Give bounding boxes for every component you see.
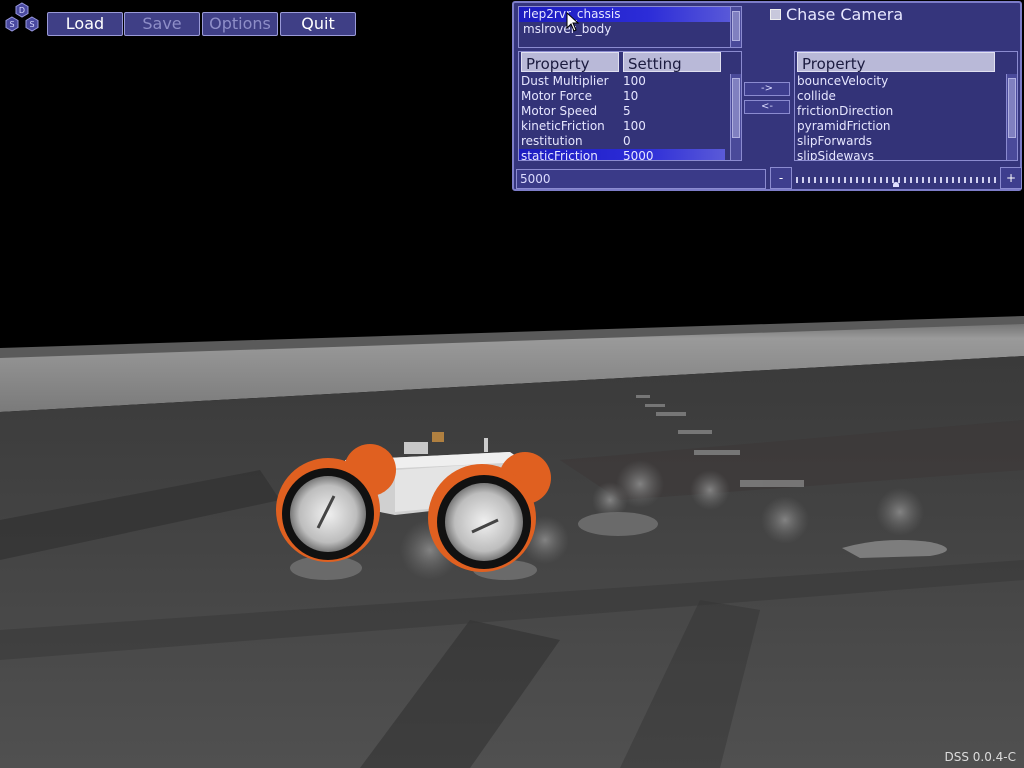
property-setting: 100 — [623, 119, 646, 133]
property-setting: 0 — [623, 134, 631, 148]
active-properties-scrollbar[interactable] — [730, 74, 741, 160]
available-property-row[interactable]: bounceVelocity — [797, 74, 997, 89]
property-row[interactable]: Motor Force 10 — [519, 89, 725, 104]
column-header-property[interactable]: Property — [797, 52, 995, 73]
property-name: Motor Speed — [521, 104, 598, 118]
increment-button[interactable]: + — [1000, 167, 1022, 189]
available-properties-table[interactable]: Property bounceVelocity collide frictionDi… — [794, 51, 1018, 161]
chase-camera-label: Chase Camera — [786, 5, 904, 24]
property-setting: 5 — [623, 104, 631, 118]
save-button[interactable]: Save — [124, 12, 200, 36]
object-list-scrollbar[interactable] — [730, 7, 741, 47]
object-list-item[interactable]: mslrover_body — [519, 22, 733, 37]
load-button[interactable]: Load — [47, 12, 123, 36]
property-setting: 10 — [623, 89, 639, 103]
available-property-row[interactable]: slipSideways — [797, 149, 997, 160]
property-setting: 100 — [623, 74, 646, 88]
value-slider[interactable] — [796, 171, 996, 189]
quit-button[interactable]: Quit — [280, 12, 356, 36]
logo-letter: D — [19, 6, 25, 15]
options-button[interactable]: Options — [202, 12, 278, 36]
active-properties-table[interactable]: Property Setting Dust Multiplier 100 Motor… — [518, 51, 742, 161]
property-row[interactable]: Motor Speed 5 — [519, 104, 725, 119]
mouse-cursor-icon — [566, 12, 580, 32]
column-header-setting[interactable]: Setting — [623, 52, 721, 73]
dss-logo: D S S — [5, 2, 39, 32]
property-name: Dust Multiplier — [521, 74, 609, 88]
properties-panel: rlep2rvr_chassis mslrover_body Chase Cam… — [512, 1, 1022, 191]
property-row[interactable]: restitution 0 — [519, 134, 725, 149]
available-property-row[interactable]: collide — [797, 89, 997, 104]
logo-letter: S — [29, 20, 34, 29]
chase-camera-checkbox[interactable] — [770, 9, 781, 20]
available-property-row[interactable]: slipForwards — [797, 134, 997, 149]
property-value-input[interactable]: 5000 — [516, 169, 766, 189]
property-name: Motor Force — [521, 89, 592, 103]
object-list[interactable]: rlep2rvr_chassis mslrover_body — [518, 6, 742, 48]
property-setting: 5000 — [623, 149, 654, 161]
version-label: DSS 0.0.4-C — [944, 750, 1016, 764]
object-list-item[interactable]: rlep2rvr_chassis — [519, 7, 733, 22]
add-property-button[interactable]: -> — [744, 82, 790, 96]
decrement-button[interactable]: - — [770, 167, 792, 189]
available-properties-scrollbar[interactable] — [1006, 74, 1017, 160]
property-name: staticFriction — [521, 149, 598, 161]
property-name: kineticFriction — [521, 119, 605, 133]
property-row[interactable]: Dust Multiplier 100 — [519, 74, 725, 89]
property-name: restitution — [521, 134, 583, 148]
logo-letter: S — [9, 20, 14, 29]
slider-handle[interactable] — [893, 182, 899, 187]
available-property-row[interactable]: pyramidFriction — [797, 119, 997, 134]
available-property-row[interactable]: frictionDirection — [797, 104, 997, 119]
remove-property-button[interactable]: <- — [744, 100, 790, 114]
column-header-property[interactable]: Property — [521, 52, 619, 73]
property-row[interactable]: kineticFriction 100 — [519, 119, 725, 134]
property-row[interactable]: staticFriction 5000 — [519, 149, 725, 161]
